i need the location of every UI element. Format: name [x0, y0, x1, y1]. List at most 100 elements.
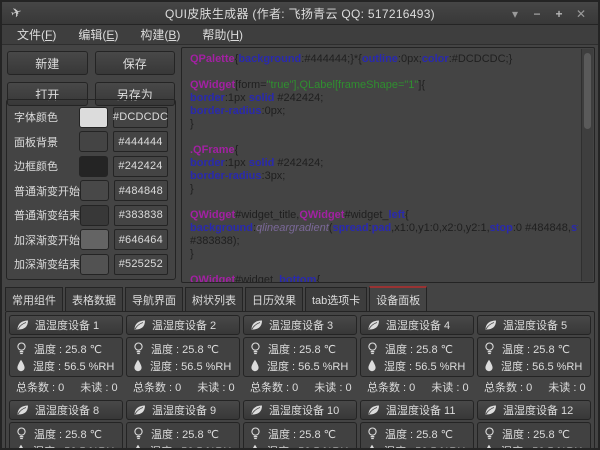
- droplet-icon: [250, 359, 260, 372]
- tab-1[interactable]: 常用组件: [5, 287, 63, 311]
- leaf-icon: [133, 319, 146, 331]
- bulb-icon: [484, 427, 495, 440]
- humidity-row: 湿度 : 56.5 %RH: [133, 442, 233, 450]
- device-card-header[interactable]: 温湿度设备 3: [243, 315, 357, 335]
- droplet-icon: [367, 359, 377, 372]
- leaf-icon: [367, 404, 380, 416]
- device-card-title: 温湿度设备 1: [35, 317, 99, 333]
- tab-6[interactable]: tab选项卡: [305, 287, 367, 311]
- skin-menu-button[interactable]: ▾: [504, 2, 526, 25]
- color-swatch-0[interactable]: [79, 107, 108, 128]
- code-line-13: QWidget#widget_title,QWidget#widget_left…: [190, 209, 578, 222]
- device-card-body: 温度 : 25.8 ℃湿度 : 56.5 %RH: [126, 337, 240, 377]
- droplet-icon: [133, 359, 143, 372]
- device-card-row-1: 温湿度设备 1温度 : 25.8 ℃湿度 : 56.5 %RH总条数 : 0未读…: [9, 315, 591, 396]
- droplet-icon: [16, 359, 26, 372]
- device-card: 温湿度设备 12温度 : 25.8 ℃湿度 : 56.5 %RH总条数 : 0未…: [477, 400, 591, 450]
- device-card-body: 温度 : 25.8 ℃湿度 : 56.5 %RH: [9, 422, 123, 450]
- total-count: 总条数 : 0: [16, 379, 64, 395]
- device-card-header[interactable]: 温湿度设备 11: [360, 400, 474, 420]
- color-row-2: 边框颜色#242424: [12, 154, 170, 178]
- color-hex-field-3[interactable]: #484848: [114, 180, 168, 201]
- editor-vscrollbar[interactable]: [581, 49, 593, 281]
- bottom-tab-bar: 常用组件表格数据导航界面树状列表日历效果tab选项卡设备面板: [2, 285, 598, 311]
- temperature-value: 温度 : 25.8 ℃: [268, 341, 336, 357]
- code-line-2: [190, 66, 578, 79]
- tab-5[interactable]: 日历效果: [245, 287, 303, 311]
- color-hex-field-6[interactable]: #525252: [114, 254, 168, 275]
- color-hex-field-5[interactable]: #646464: [114, 229, 168, 250]
- tab-4[interactable]: 树状列表: [185, 287, 243, 311]
- code-line-14: background:qlineargradient(spread:pad,x1…: [190, 222, 578, 235]
- window-controls: ▾−+✕: [504, 2, 592, 25]
- humidity-row: 湿度 : 56.5 %RH: [133, 357, 233, 374]
- device-card-header[interactable]: 温湿度设备 10: [243, 400, 357, 420]
- toolbar-buttons: 新建保存打开另存为: [2, 45, 180, 106]
- humidity-value: 湿度 : 56.5 %RH: [267, 358, 348, 374]
- bulb-icon: [133, 427, 144, 440]
- color-row-5: 加深渐变开始#646464: [12, 228, 170, 252]
- unread-count: 未读 : 0: [548, 379, 585, 395]
- device-card-header[interactable]: 温湿度设备 12: [477, 400, 591, 420]
- close-button[interactable]: ✕: [570, 2, 592, 25]
- device-card-header[interactable]: 温湿度设备 8: [9, 400, 123, 420]
- temperature-value: 温度 : 25.8 ℃: [502, 341, 570, 357]
- new-button[interactable]: 新建: [7, 51, 88, 75]
- left-panel: 新建保存打开另存为 字体颜色#DCDCDC面板背景#444444边框颜色#242…: [2, 45, 180, 285]
- temperature-row: 温度 : 25.8 ℃: [367, 340, 467, 357]
- color-label-3: 普通渐变开始: [14, 183, 80, 199]
- humidity-value: 湿度 : 56.5 %RH: [150, 358, 231, 374]
- editor-vscrollbar-thumb[interactable]: [584, 53, 591, 129]
- device-card-header[interactable]: 温湿度设备 9: [126, 400, 240, 420]
- device-card: 温湿度设备 2温度 : 25.8 ℃湿度 : 56.5 %RH总条数 : 0未读…: [126, 315, 240, 396]
- maximize-button[interactable]: +: [548, 2, 570, 25]
- device-card-footer: 总条数 : 0 未读 : 0: [477, 377, 591, 396]
- color-settings-group: 字体颜色#DCDCDC面板背景#444444边框颜色#242424 普通渐变开始 #…: [6, 99, 176, 280]
- color-hex-field-1[interactable]: #444444: [113, 131, 168, 152]
- color-row-0: 字体颜色#DCDCDC: [12, 105, 170, 129]
- device-card-row-2: 温湿度设备 8温度 : 25.8 ℃湿度 : 56.5 %RH总条数 : 0未读…: [9, 400, 591, 450]
- color-swatch-5[interactable]: [80, 229, 109, 250]
- color-swatch-6[interactable]: [80, 254, 109, 275]
- color-hex-field-0[interactable]: #DCDCDC: [113, 107, 168, 128]
- color-hex-field-4[interactable]: #383838: [114, 205, 168, 226]
- droplet-icon: [484, 359, 494, 372]
- menu-bar: 文件(F)编辑(E)构建(B)帮助(H): [2, 25, 598, 45]
- device-card-header[interactable]: 温湿度设备 5: [477, 315, 591, 335]
- total-count: 总条数 : 0: [133, 379, 181, 395]
- device-card-header[interactable]: 温湿度设备 1: [9, 315, 123, 335]
- device-card-title: 温湿度设备 10: [269, 402, 339, 418]
- tab-2[interactable]: 表格数据: [65, 287, 123, 311]
- unread-count: 未读 : 0: [80, 379, 117, 395]
- droplet-icon: [367, 444, 377, 450]
- device-card: 温湿度设备 4温度 : 25.8 ℃湿度 : 56.5 %RH总条数 : 0未读…: [360, 315, 474, 396]
- humidity-row: 湿度 : 56.5 %RH: [250, 357, 350, 374]
- color-hex-field-2[interactable]: #242424: [113, 156, 168, 177]
- color-row-6: 加深渐变结束#525252: [12, 252, 170, 276]
- code-line-3: QWidget[form="true"],QLabel[frameShape="…: [190, 79, 578, 92]
- menu-item-b[interactable]: 构建(B): [129, 25, 191, 44]
- device-card-footer: 总条数 : 0未读 : 0: [126, 377, 240, 396]
- menu-item-e[interactable]: 编辑(E): [67, 25, 129, 44]
- color-label-4: 普通渐变结束: [14, 207, 80, 223]
- droplet-icon: [484, 444, 494, 450]
- leaf-icon: [250, 404, 263, 416]
- device-card-body: 温度 : 25.8 ℃湿度 : 56.5 %RH: [243, 337, 357, 377]
- total-count: 总条数 : 0: [484, 379, 532, 395]
- color-swatch-4[interactable]: [80, 205, 109, 226]
- color-row-1: 面板背景#444444: [12, 130, 170, 154]
- menu-item-h[interactable]: 帮助(H): [191, 25, 254, 44]
- save-button[interactable]: 保存: [95, 51, 176, 75]
- minimize-button[interactable]: −: [526, 2, 548, 25]
- color-swatch-1[interactable]: [79, 131, 108, 152]
- temperature-value: 温度 : 25.8 ℃: [151, 341, 219, 357]
- tab-7[interactable]: 设备面板: [369, 286, 427, 311]
- code-line-8: .QFrame{: [190, 144, 578, 157]
- device-card-header[interactable]: 温湿度设备 2: [126, 315, 240, 335]
- menu-item-f[interactable]: 文件(F): [6, 25, 67, 44]
- device-card-header[interactable]: 温湿度设备 4: [360, 315, 474, 335]
- tab-3[interactable]: 导航界面: [125, 287, 183, 311]
- color-swatch-3[interactable]: [80, 180, 109, 201]
- qss-code-editor[interactable]: QPalette{background:#444444;}*{outline:0…: [181, 47, 595, 283]
- color-swatch-2[interactable]: [79, 156, 108, 177]
